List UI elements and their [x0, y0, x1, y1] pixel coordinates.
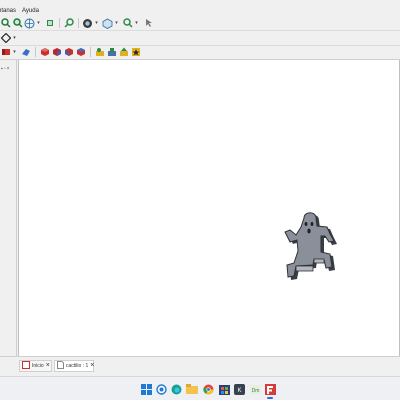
yellow-tool-icon[interactable] [118, 47, 129, 58]
chevron-down-icon[interactable]: ▾ [12, 35, 17, 41]
toolbar-separator [35, 47, 36, 57]
os-taskbar: K Dm [0, 376, 400, 400]
draw-style-icon[interactable] [44, 18, 55, 29]
toolbar-separator [78, 18, 79, 28]
green-tool-icon[interactable] [106, 47, 117, 58]
freecad-window: ntanas Ayuda ▾ ▾ ▾ ▾ [0, 0, 400, 400]
std-view-icon[interactable] [24, 18, 35, 29]
document-tab-bar: Inicio × cactilio : 1 × [0, 356, 400, 373]
menu-ayuda[interactable]: Ayuda [22, 6, 39, 16]
freecad-icon[interactable] [264, 383, 276, 399]
panel-float-icon[interactable]: ▫ [4, 66, 6, 72]
edge-icon[interactable] [170, 383, 182, 395]
tab-label: Inicio [32, 363, 44, 369]
toolbar-separator [90, 47, 91, 57]
view-toolbar: ▾ ▾ ▾ ▾ [0, 16, 400, 30]
chrome-icon[interactable] [202, 383, 214, 395]
red-box3-icon[interactable] [63, 47, 74, 58]
close-icon[interactable]: × [90, 362, 94, 370]
chevron-down-icon[interactable]: ▾ [114, 20, 119, 26]
red-cube-icon[interactable] [39, 47, 50, 58]
tab-inicio[interactable]: Inicio × [19, 360, 52, 372]
start-page-icon [22, 361, 30, 371]
link-icon[interactable] [82, 18, 93, 29]
chevron-down-icon[interactable]: ▾ [36, 20, 41, 26]
menu-ventanas[interactable]: ntanas [0, 6, 16, 16]
chevron-down-icon[interactable]: ▾ [134, 20, 139, 26]
store-icon[interactable] [218, 383, 230, 395]
close-icon[interactable]: × [46, 362, 50, 370]
chevron-down-icon[interactable]: ▾ [12, 49, 17, 55]
zoom-selection-icon[interactable] [12, 18, 23, 29]
yellow-star-icon[interactable] [130, 47, 141, 58]
red-solid-icon[interactable] [0, 47, 11, 58]
measure-icon[interactable] [122, 18, 133, 29]
panel-close-icon[interactable]: × [7, 66, 10, 72]
cube-view-icon[interactable] [102, 18, 113, 29]
search-icon[interactable] [155, 383, 167, 395]
zoom-fit-icon[interactable] [0, 18, 11, 29]
blue-shape-icon[interactable] [20, 47, 31, 58]
mail-icon[interactable]: K [233, 383, 245, 395]
panel-pin-icon[interactable]: ▪ [1, 66, 3, 72]
tab-document[interactable]: cactilio : 1 × [54, 360, 94, 372]
menu-bar: ntanas Ayuda [0, 6, 400, 16]
3d-model-figure[interactable] [277, 210, 347, 290]
svg-text:Dm: Dm [251, 388, 259, 394]
part-toolbar: ▾ [0, 45, 400, 58]
blue-box-icon[interactable] [75, 47, 86, 58]
chevron-down-icon[interactable]: ▾ [94, 20, 99, 26]
toolbar-separator [59, 18, 60, 28]
tab-label: cactilio : 1 [66, 363, 89, 369]
terminal-icon[interactable]: Dm [249, 383, 261, 395]
red-box2-icon[interactable] [51, 47, 62, 58]
document-icon [57, 361, 64, 371]
pointer-icon[interactable] [142, 18, 153, 29]
part-diamond-icon[interactable] [0, 32, 11, 43]
zoom-magnifier-icon[interactable] [63, 18, 74, 29]
file-explorer-icon[interactable] [186, 383, 198, 395]
svg-text:K: K [237, 388, 241, 394]
3d-viewport[interactable] [18, 60, 400, 356]
workbench-toolbar: ▾ [0, 30, 400, 44]
yellow-gear-icon[interactable] [94, 47, 105, 58]
windows-start-icon[interactable] [140, 383, 152, 395]
combo-view-panel[interactable]: ▪ ▫ × [0, 60, 17, 356]
